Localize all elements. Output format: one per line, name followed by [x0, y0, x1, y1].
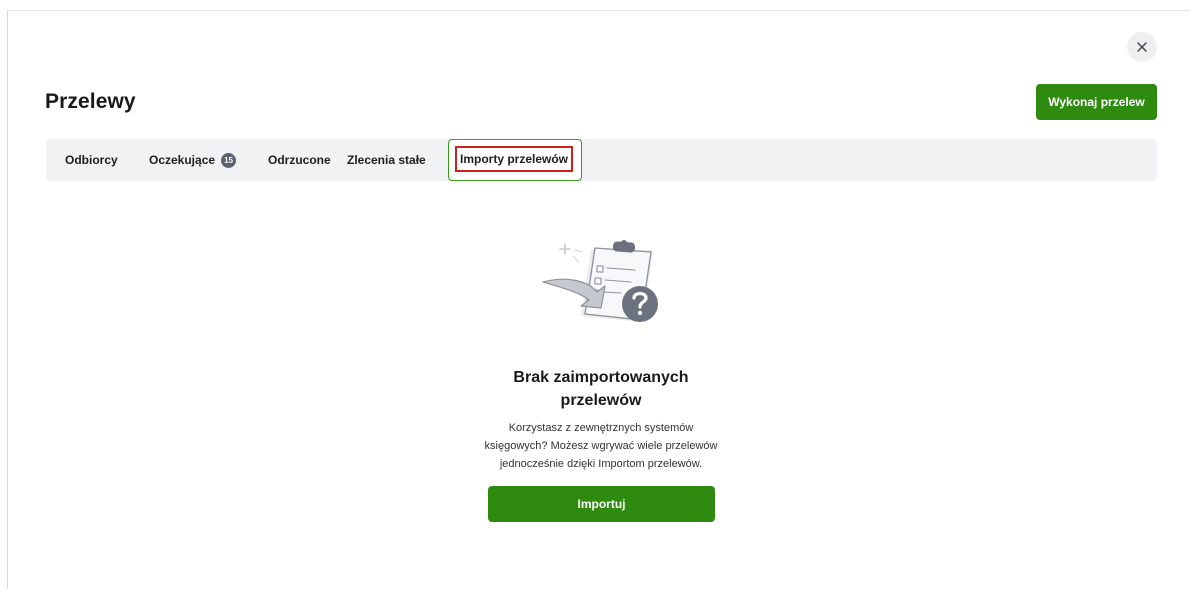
tab-label: Odbiorcy: [65, 153, 118, 167]
tab-oczekujace[interactable]: Oczekujące 15: [149, 139, 237, 181]
tab-odrzucone[interactable]: Odrzucone: [268, 139, 331, 181]
description-line: księgowych? Możesz wgrywać wiele przelew…: [484, 440, 718, 452]
tab-importy-przelewow[interactable]: Importy przelewów: [448, 139, 582, 181]
page-title: Przelewy: [45, 90, 136, 113]
empty-state-title-line: przelewów: [560, 392, 642, 409]
make-transfer-button[interactable]: Wykonaj przelew: [1036, 84, 1157, 120]
import-button[interactable]: Importuj: [488, 486, 715, 522]
close-button[interactable]: [1127, 32, 1157, 62]
tab-label: Oczekujące: [149, 153, 216, 167]
empty-state-description: Korzystasz z zewnętrznych systemów księg…: [470, 419, 732, 473]
tab-label: Odrzucone: [268, 153, 331, 167]
count-badge: 15: [221, 152, 237, 168]
empty-state-title-line: Brak zaimportowanych: [513, 369, 689, 386]
tab-label: Zlecenia stałe: [347, 153, 426, 167]
tab-label-highlighted: Importy przelewów: [455, 146, 573, 172]
description-line: jednocześnie dzięki Importom przelewów.: [499, 458, 703, 470]
close-icon: [1137, 42, 1147, 52]
tabs-bar: Odbiorcy Oczekujące 15 Odrzucone Zleceni…: [46, 139, 1157, 181]
empty-state-title: Brak zaimportowanych przelewów: [470, 366, 732, 412]
clipboard-question-icon: [542, 240, 658, 322]
tab-zlecenia-stale[interactable]: Zlecenia stałe: [347, 139, 426, 181]
description-line: Korzystasz z zewnętrznych systemów: [508, 422, 694, 434]
tab-odbiorcy[interactable]: Odbiorcy: [65, 139, 118, 181]
